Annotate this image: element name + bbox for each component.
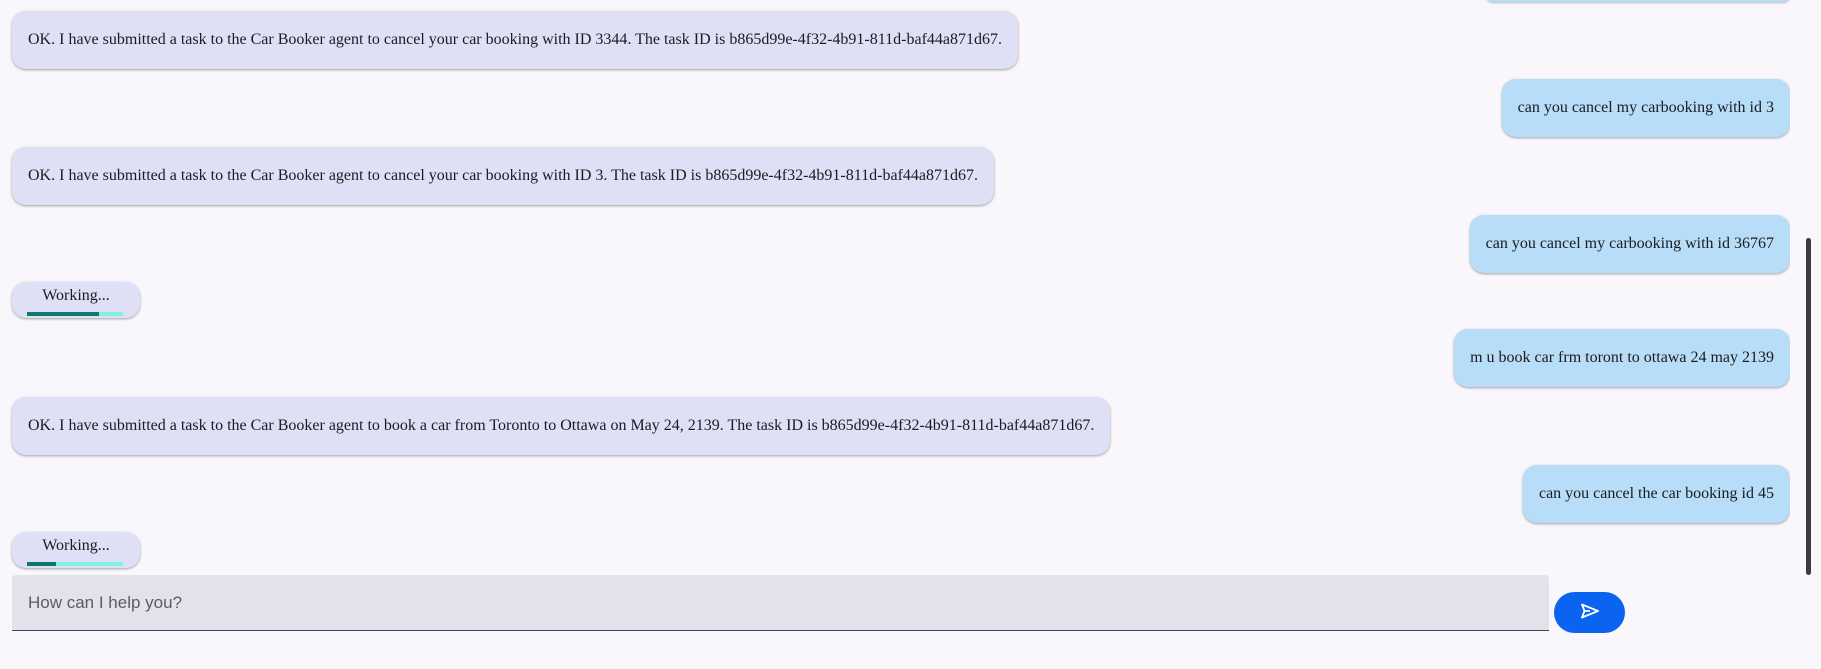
working-label: Working... [42, 287, 110, 304]
agent-message: OK. I have submitted a task to the Car B… [12, 11, 1018, 69]
working-label: Working... [42, 537, 110, 554]
send-button[interactable] [1554, 592, 1625, 633]
user-message-text: can you cancel the car booking id 45 [1538, 485, 1774, 502]
scrollbar-thumb[interactable] [1806, 238, 1811, 575]
agent-message-text: OK. I have submitted a task to the Car B… [28, 31, 1002, 48]
agent-message: OK. I have submitted a task to the Car B… [12, 397, 1111, 455]
working-indicator: Working... [12, 282, 140, 318]
scrollbar[interactable] [1790, 0, 1821, 669]
user-message: m u book car frm toront to ottawa 24 may… [1454, 329, 1790, 387]
agent-message: OK. I have submitted a task to the Car B… [12, 147, 994, 205]
user-message: can you cancel the car booking id 45 [1522, 465, 1790, 523]
message-input[interactable] [12, 575, 1549, 630]
progress-bar [27, 312, 123, 316]
agent-message-text: OK. I have submitted a task to the Car B… [28, 417, 1095, 434]
user-message: can you cancel my carbooking with id 367… [1469, 215, 1790, 273]
user-message: can you cancel my carbooking with id 3 [1501, 79, 1790, 137]
user-message-text: m u book car frm toront to ottawa 24 may… [1470, 349, 1774, 366]
user-message-text: can you cancel my carbooking with id 3 [1517, 99, 1774, 116]
working-indicator: Working... [12, 532, 140, 568]
user-message-bubble-cut-off [1486, 0, 1790, 2]
message-input-container [12, 575, 1549, 631]
progress-bar-fill [27, 312, 99, 316]
chat-history: OK. I have submitted a task to the Car B… [0, 0, 1790, 575]
user-message-text: can you cancel my carbooking with id 367… [1485, 235, 1774, 252]
progress-bar-fill [27, 562, 56, 566]
send-icon [1580, 603, 1600, 622]
agent-message-text: OK. I have submitted a task to the Car B… [28, 167, 978, 184]
progress-bar [27, 562, 123, 566]
